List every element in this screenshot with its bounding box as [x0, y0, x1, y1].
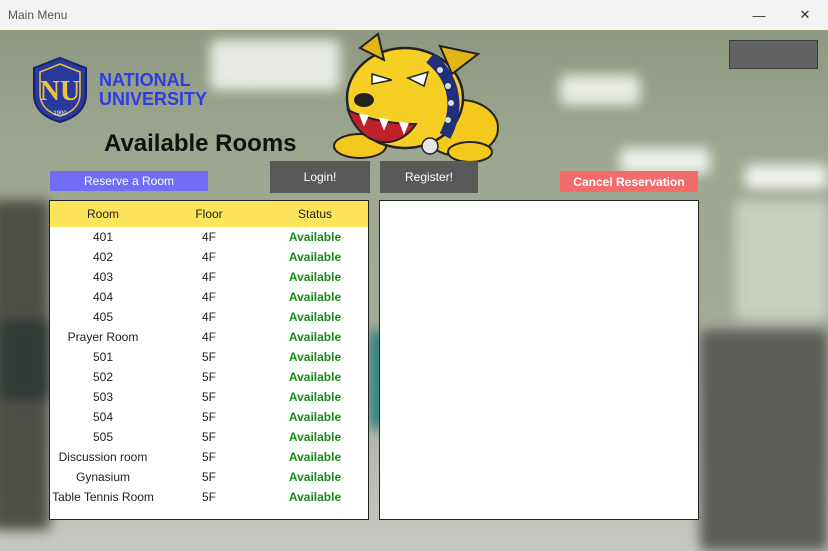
table-row[interactable]: 404 4F Available	[50, 287, 368, 307]
room-cell: 504	[92, 410, 114, 424]
status-cell: Available	[288, 250, 342, 264]
floor-cell: 4F	[201, 330, 216, 344]
table-row[interactable]: 501 5F Available	[50, 347, 368, 367]
status-cell: Available	[288, 430, 342, 444]
minimize-button[interactable]: —	[736, 0, 782, 30]
floor-cell: 5F	[201, 350, 216, 364]
table-row[interactable]: 503 5F Available	[50, 387, 368, 407]
status-cell: Available	[288, 450, 342, 464]
floor-cell: 5F	[201, 430, 216, 444]
room-cell: Prayer Room	[67, 330, 139, 344]
floor-cell: 4F	[201, 270, 216, 284]
room-cell: Table Tennis Room	[52, 490, 154, 504]
status-cell: Available	[288, 350, 342, 364]
svg-text:1900: 1900	[53, 111, 67, 117]
table-row[interactable]: 504 5F Available	[50, 407, 368, 427]
login-button[interactable]: Login!	[270, 161, 370, 193]
status-cell: Available	[288, 330, 342, 344]
page-title: Available Rooms	[104, 130, 297, 157]
room-cell: 503	[92, 390, 114, 404]
room-cell: 401	[92, 230, 114, 244]
floor-cell: 5F	[201, 470, 216, 484]
window-title: Main Menu	[8, 8, 68, 22]
room-cell: Gynasium	[75, 470, 131, 484]
table-header: Room Floor Status	[50, 201, 368, 227]
status-cell: Available	[288, 310, 342, 324]
status-cell: Available	[288, 270, 342, 284]
table-row[interactable]: 405 4F Available	[50, 307, 368, 327]
table-row[interactable]: Prayer Room 4F Available	[50, 327, 368, 347]
status-cell: Available	[288, 230, 342, 244]
table-row[interactable]: 401 4F Available	[50, 227, 368, 247]
floor-cell: 4F	[201, 230, 216, 244]
column-header-status: Status	[297, 207, 333, 221]
register-button[interactable]: Register!	[380, 161, 478, 193]
svg-text:NU: NU	[40, 76, 80, 107]
table-row[interactable]: Gynasium 5F Available	[50, 467, 368, 487]
room-cell: 502	[92, 370, 114, 384]
floor-cell: 4F	[201, 310, 216, 324]
floor-cell: 5F	[201, 410, 216, 424]
status-cell: Available	[288, 490, 342, 504]
rooms-table[interactable]: Room Floor Status 401 4F Available 402 4F Av…	[49, 200, 369, 520]
table-row[interactable]: 402 4F Available	[50, 247, 368, 267]
floor-cell: 4F	[201, 290, 216, 304]
brand-line-1: NATIONAL	[99, 70, 191, 90]
status-cell: Available	[288, 370, 342, 384]
reserve-room-button[interactable]: Reserve a Room	[50, 171, 208, 191]
column-header-room: Room	[86, 207, 119, 221]
table-row[interactable]: 502 5F Available	[50, 367, 368, 387]
room-cell: 404	[92, 290, 114, 304]
floor-cell: 4F	[201, 250, 216, 264]
status-cell: Available	[288, 410, 342, 424]
bulldog-mascot-icon	[320, 28, 500, 168]
cancel-reservation-button[interactable]: Cancel Reservation	[560, 171, 698, 192]
table-row[interactable]: 505 5F Available	[50, 427, 368, 447]
status-cell: Available	[288, 290, 342, 304]
table-row[interactable]: Table Tennis Room 5F Available	[50, 487, 368, 507]
table-row[interactable]: 403 4F Available	[50, 267, 368, 287]
window-titlebar: Main Menu — ✕	[0, 0, 828, 30]
column-header-floor: Floor	[195, 207, 223, 221]
table-row[interactable]: Discussion room 5F Available	[50, 447, 368, 467]
status-cell: Available	[288, 470, 342, 484]
reservations-panel[interactable]	[379, 200, 699, 520]
university-name: NATIONAL UNIVERSITY	[99, 71, 207, 109]
top-right-button[interactable]	[729, 40, 818, 69]
room-cell: 402	[92, 250, 114, 264]
brand-line-2: UNIVERSITY	[99, 89, 208, 109]
university-shield-icon: NU 1900	[30, 56, 90, 124]
floor-cell: 5F	[201, 490, 216, 504]
room-cell: 405	[92, 310, 114, 324]
room-cell: 403	[92, 270, 114, 284]
room-cell: 505	[92, 430, 114, 444]
status-cell: Available	[288, 390, 342, 404]
room-cell: 501	[92, 350, 114, 364]
close-button[interactable]: ✕	[782, 0, 828, 30]
floor-cell: 5F	[201, 370, 216, 384]
floor-cell: 5F	[201, 450, 216, 464]
room-cell: Discussion room	[58, 450, 148, 464]
floor-cell: 5F	[201, 390, 216, 404]
